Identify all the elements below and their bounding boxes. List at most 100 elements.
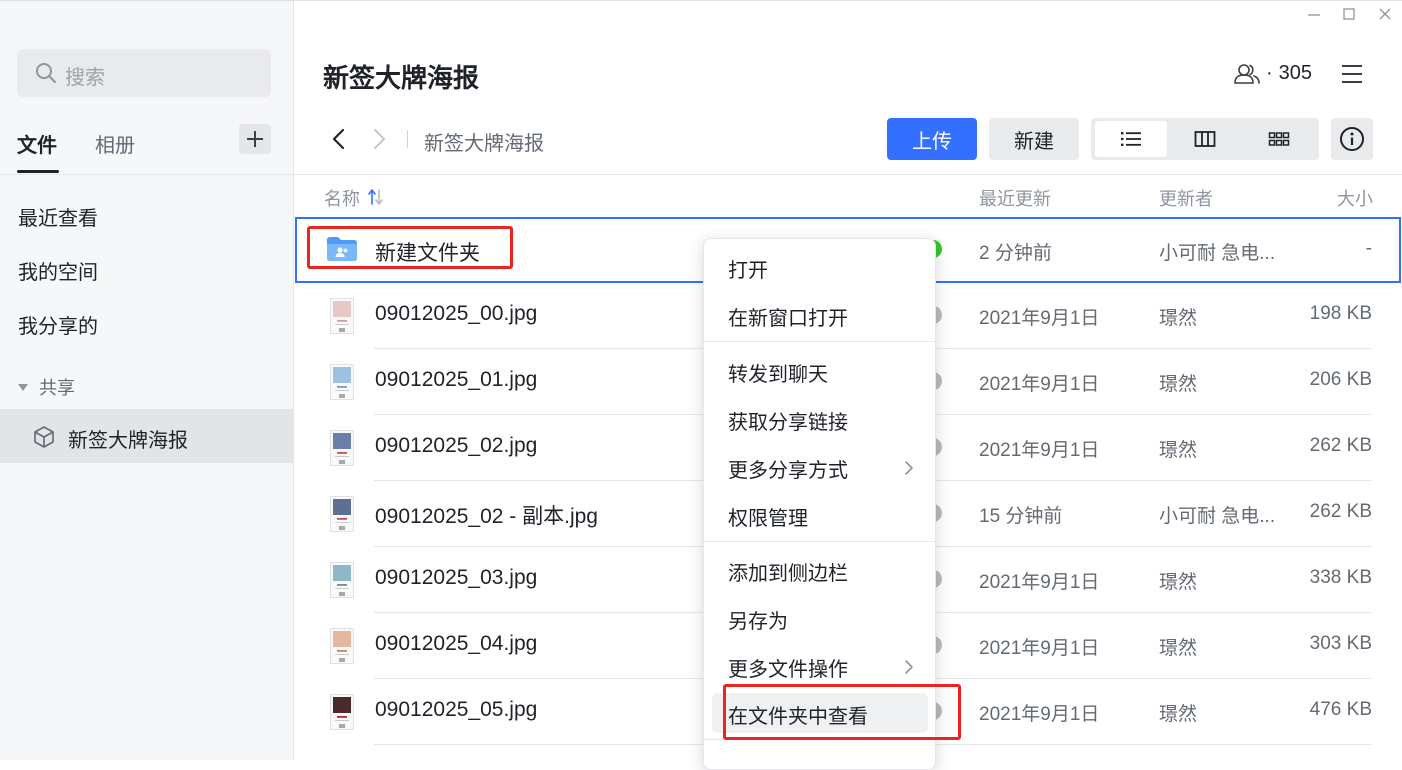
file-name: 09012025_04.jpg (375, 632, 538, 655)
view-switcher (1091, 118, 1319, 160)
column-view-icon (1194, 130, 1216, 148)
file-updated: 2021年9月1日 (979, 638, 1100, 659)
column-view-button[interactable] (1169, 121, 1241, 157)
menu-divider (704, 341, 935, 342)
tab-albums[interactable]: 相册 (95, 129, 135, 158)
maximize-icon[interactable] (1342, 6, 1356, 22)
file-updated: 2021年9月1日 (979, 440, 1100, 461)
add-button[interactable] (239, 124, 271, 154)
upload-button[interactable]: 上传 (887, 118, 977, 160)
file-name: 09012025_03.jpg (375, 566, 538, 589)
image-thumbnail-icon (330, 496, 354, 532)
file-updated: 15 分钟前 (979, 506, 1063, 527)
file-size: - (1365, 238, 1372, 259)
file-updater: 璟然 (1159, 374, 1198, 395)
image-thumbnail-icon (330, 364, 354, 400)
active-tab-indicator (17, 170, 59, 173)
search-icon (35, 62, 57, 84)
info-icon (1339, 126, 1365, 152)
chevron-right-icon[interactable] (370, 128, 388, 150)
sort-icon[interactable] (368, 188, 384, 206)
column-header-name[interactable]: 名称 (324, 185, 360, 211)
column-header-size[interactable]: 大小 (1337, 185, 1373, 211)
section-shared-toggle[interactable]: 共享 (18, 375, 75, 399)
member-separator: · (1266, 62, 1273, 84)
file-name: 09012025_05.jpg (375, 698, 538, 721)
image-thumbnail-icon (330, 562, 354, 598)
sidebar: 搜索 文件 相册 最近查看 我的空间 我分享的 共享 新签大牌海报 (0, 1, 294, 760)
close-icon[interactable] (1377, 6, 1393, 22)
file-size: 338 KB (1309, 567, 1372, 588)
image-thumbnail-icon (330, 628, 354, 664)
breadcrumb[interactable]: 新签大牌海报 (424, 127, 544, 156)
new-button[interactable]: 新建 (989, 118, 1079, 160)
menu-item-save-as[interactable]: 另存为 (704, 598, 935, 638)
menu-item-more-share[interactable]: 更多分享方式 (704, 447, 935, 487)
image-thumbnail-icon (330, 694, 354, 730)
file-size: 262 KB (1309, 435, 1372, 456)
page-title: 新签大牌海报 (323, 63, 480, 93)
menu-item-label: 获取分享链接 (728, 412, 848, 434)
file-name: 09012025_02 - 副本.jpg (375, 505, 598, 528)
menu-item-label: 打开 (728, 260, 768, 282)
sidebar-item-my-space[interactable]: 我的空间 (18, 256, 98, 285)
section-shared-title: 共享 (39, 378, 75, 398)
file-updated: 2021年9月1日 (979, 374, 1100, 395)
caret-down-icon (18, 383, 28, 391)
members-icon (1234, 63, 1260, 85)
menu-item-get-share-link[interactable]: 获取分享链接 (704, 399, 935, 439)
menu-item-label: 另存为 (728, 611, 788, 633)
file-name: 09012025_02.jpg (375, 434, 538, 457)
grid-view-icon (1268, 130, 1290, 148)
image-thumbnail-icon (330, 430, 354, 466)
menu-item-permissions[interactable]: 权限管理 (704, 495, 935, 535)
sidebar-item-shared-folder[interactable]: 新签大牌海报 (0, 409, 293, 463)
list-view-icon (1120, 130, 1142, 148)
tab-files[interactable]: 文件 (17, 129, 57, 158)
menu-item-label: 更多分享方式 (728, 460, 848, 482)
file-updater: 璟然 (1159, 440, 1198, 461)
file-size: 198 KB (1309, 303, 1372, 324)
file-size: 476 KB (1309, 699, 1372, 720)
sidebar-item-recent[interactable]: 最近查看 (18, 202, 98, 231)
sidebar-item-shared-by-me[interactable]: 我分享的 (18, 310, 98, 339)
menu-item-label: 更多文件操作 (728, 659, 848, 681)
file-size: 206 KB (1309, 369, 1372, 390)
file-updated: 2021年9月1日 (979, 572, 1100, 593)
menu-item-open[interactable]: 打开 (704, 247, 935, 287)
search-input[interactable]: 搜索 (17, 49, 271, 97)
column-header-updated[interactable]: 最近更新 (979, 185, 1051, 211)
file-updater: 璟然 (1159, 704, 1198, 725)
file-size: 262 KB (1309, 501, 1372, 522)
file-updater: 璟然 (1159, 572, 1198, 593)
file-updater: 璟然 (1159, 308, 1198, 329)
file-size: 303 KB (1309, 633, 1372, 654)
shared-folder-label: 新签大牌海报 (68, 430, 188, 452)
file-updater: 小可耐 急电... (1159, 243, 1276, 264)
menu-item-forward-to-chat[interactable]: 转发到聊天 (704, 351, 935, 391)
list-view-button[interactable] (1095, 121, 1167, 157)
menu-item-label: 添加到侧边栏 (728, 563, 848, 585)
menu-item-add-to-sidebar[interactable]: 添加到侧边栏 (704, 550, 935, 590)
annotation-highlight-menu-item (723, 684, 961, 740)
chevron-right-icon (904, 659, 914, 675)
file-updated: 2021年9月1日 (979, 308, 1100, 329)
members-button[interactable]: · 305 (1234, 62, 1312, 85)
file-name: 09012025_01.jpg (375, 368, 538, 391)
menu-item-label: 在新窗口打开 (728, 308, 848, 330)
minimize-icon[interactable] (1307, 6, 1321, 22)
menu-item-open-new-window[interactable]: 在新窗口打开 (704, 295, 935, 335)
chevron-left-icon[interactable] (330, 128, 348, 150)
file-updater: 璟然 (1159, 638, 1198, 659)
file-updated: 2021年9月1日 (979, 704, 1100, 725)
menu-item-label: 转发到聊天 (728, 364, 828, 386)
menu-icon[interactable] (1340, 63, 1364, 85)
info-button[interactable] (1331, 118, 1373, 160)
file-name: 09012025_00.jpg (375, 302, 538, 325)
cube-icon (34, 426, 54, 448)
menu-item-more-file-actions[interactable]: 更多文件操作 (704, 646, 935, 686)
grid-view-button[interactable] (1243, 121, 1315, 157)
image-thumbnail-icon (330, 298, 354, 334)
column-header-updater[interactable]: 更新者 (1159, 185, 1213, 211)
annotation-highlight-folder (307, 226, 513, 269)
